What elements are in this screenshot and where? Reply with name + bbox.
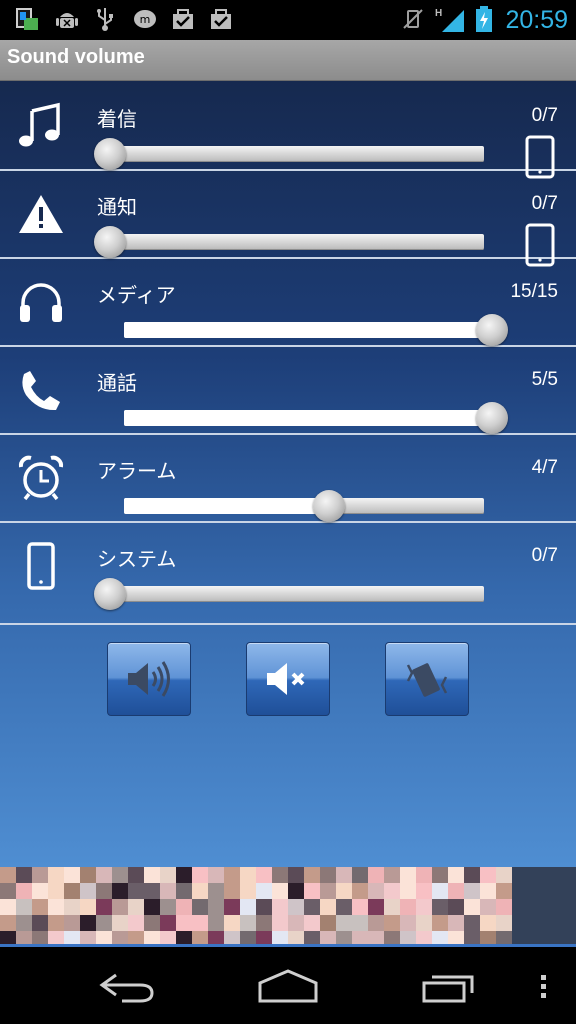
- phone-handset-icon: [22, 371, 60, 411]
- menu-icon[interactable]: [534, 965, 554, 1007]
- sound-mode-button[interactable]: [107, 642, 191, 716]
- volume-value: 15/15: [510, 281, 558, 302]
- mute-mode-button[interactable]: [246, 642, 330, 716]
- recents-icon[interactable]: [416, 965, 480, 1007]
- speaker-sound-icon: [128, 661, 170, 697]
- download-done-icon: [173, 9, 193, 29]
- slider-thumb[interactable]: [476, 402, 508, 434]
- music-note-icon: [19, 102, 60, 147]
- headphones-icon: [20, 283, 62, 322]
- download-done-icon: [211, 9, 231, 29]
- volume-label: 着信: [97, 107, 137, 131]
- volume-slider-system[interactable]: [94, 578, 484, 610]
- volume-row-alarm: アラーム 4/7: [0, 435, 576, 523]
- volume-row-ringtone: 着信 0/7: [0, 83, 576, 179]
- title-bar: Sound volume: [0, 40, 576, 81]
- navigation-bar: [0, 947, 576, 1024]
- page-title: Sound volume: [7, 46, 145, 68]
- battery-charging-icon: [476, 6, 492, 32]
- vibrate-mode-button[interactable]: [385, 642, 469, 716]
- volume-panel: 着信 0/7 通知 0/7 メディア 15/15 通話 5/5 アラーム 4/7…: [0, 81, 576, 867]
- status-bar: m H 20:59: [0, 0, 576, 40]
- speaker-mute-icon: [267, 663, 305, 695]
- ad-banner[interactable]: [0, 867, 576, 947]
- network-type-label: H: [435, 8, 442, 19]
- volume-label: 通知: [97, 195, 137, 219]
- volume-slider-media[interactable]: [124, 314, 508, 346]
- volume-row-notification: 通知 0/7: [0, 171, 576, 267]
- android-debug-icon: [56, 13, 78, 28]
- volume-label: システム: [97, 547, 177, 571]
- signal-icon: H: [435, 8, 464, 32]
- vibrate-icon: [406, 663, 448, 697]
- volume-value: 0/7: [531, 545, 558, 566]
- smartphone-icon: [27, 542, 55, 590]
- volume-slider-alarm[interactable]: [124, 490, 484, 522]
- vibrate-mute-icon: [403, 9, 423, 29]
- volume-label: 通話: [97, 371, 137, 395]
- messaging-icon: m: [134, 10, 156, 28]
- volume-value: 0/7: [531, 105, 558, 126]
- volume-row-media: メディア 15/15: [0, 259, 576, 347]
- app-notification-icon: [16, 8, 38, 30]
- volume-value: 5/5: [531, 369, 558, 390]
- slider-thumb[interactable]: [94, 138, 126, 170]
- usb-icon: [97, 8, 113, 31]
- alarm-clock-icon: [18, 455, 64, 501]
- slider-thumb[interactable]: [313, 490, 346, 522]
- volume-label: メディア: [97, 283, 176, 307]
- volume-value: 4/7: [531, 457, 558, 478]
- volume-slider-notification[interactable]: [94, 226, 484, 258]
- home-icon[interactable]: [256, 965, 320, 1007]
- status-clock: 20:59: [505, 6, 568, 34]
- volume-label: アラーム: [97, 459, 177, 483]
- svg-text:m: m: [140, 13, 151, 26]
- slider-thumb[interactable]: [94, 578, 126, 610]
- volume-slider-call[interactable]: [124, 402, 508, 434]
- volume-slider-ringtone[interactable]: [94, 138, 484, 170]
- slider-thumb[interactable]: [94, 226, 126, 258]
- back-icon[interactable]: [96, 965, 160, 1007]
- warning-icon: [19, 195, 63, 233]
- slider-thumb[interactable]: [476, 314, 508, 346]
- volume-value: 0/7: [531, 193, 558, 214]
- volume-row-call: 通話 5/5: [0, 347, 576, 435]
- volume-row-system: システム 0/7: [0, 523, 576, 625]
